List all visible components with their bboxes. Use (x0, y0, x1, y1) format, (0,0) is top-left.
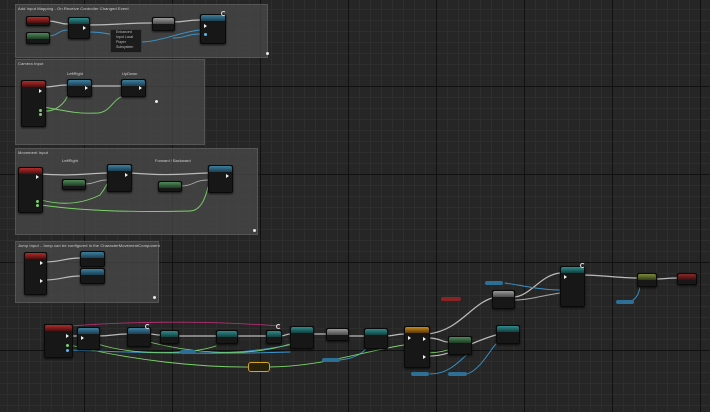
function-node[interactable] (677, 273, 697, 285)
get-player-controller-node[interactable] (68, 17, 90, 39)
event-node[interactable] (44, 324, 73, 358)
enhanced-input-action-jump-node[interactable] (24, 252, 47, 295)
get-forward-vector-node[interactable] (158, 181, 182, 192)
variable-get-node[interactable] (485, 281, 503, 285)
cast-node[interactable] (26, 32, 50, 44)
get-right-vector-node[interactable] (62, 179, 86, 190)
function-node[interactable] (448, 336, 472, 355)
add-movement-input-forward-node[interactable] (208, 165, 233, 193)
enhanced-input-action-look-node[interactable] (21, 80, 46, 127)
latent-icon (580, 263, 585, 268)
function-node[interactable] (290, 326, 314, 349)
function-node[interactable] (496, 325, 520, 344)
context-menu-item[interactable]: Subsystem (111, 45, 141, 50)
pin-label-left-right: LeftRight (67, 71, 84, 76)
function-node[interactable] (637, 273, 657, 287)
variable-get-node[interactable] (180, 350, 196, 354)
resize-handle[interactable] (266, 52, 269, 55)
event-receive-controller-changed-node[interactable] (26, 16, 50, 26)
variable-get-node[interactable] (441, 297, 461, 301)
graph-canvas[interactable]: Add Input Mapping - On Receive Controlle… (0, 0, 710, 412)
add-movement-input-right-node[interactable] (107, 164, 132, 192)
resize-handle[interactable] (153, 296, 156, 299)
variable-get-node[interactable] (448, 372, 467, 376)
context-menu[interactable]: Enhanced Input Local Player Subsystem (110, 29, 142, 53)
latent-icon (145, 324, 150, 329)
resize-handle[interactable] (253, 229, 256, 232)
wires-layer (40, 19, 678, 375)
function-node[interactable] (326, 328, 349, 341)
pin-label-left-right: LeftRight (62, 158, 79, 163)
function-node[interactable] (560, 266, 585, 307)
branch-node[interactable] (404, 326, 430, 368)
variable-get-node[interactable] (616, 300, 634, 304)
function-node[interactable] (127, 327, 151, 347)
get-subsystem-node[interactable] (152, 17, 175, 31)
variable-get-node[interactable] (322, 358, 340, 362)
variable-get-node[interactable] (411, 372, 429, 376)
stop-jumping-node[interactable] (80, 268, 105, 284)
pin-label-up-down: UpDown (122, 71, 138, 76)
jump-node[interactable] (80, 251, 105, 267)
latent-icon (276, 324, 281, 329)
function-node[interactable] (266, 330, 282, 344)
reroute-node[interactable] (248, 362, 270, 372)
latent-icon (221, 11, 226, 16)
function-node[interactable] (216, 330, 238, 344)
function-node[interactable] (364, 328, 388, 349)
resize-handle[interactable] (155, 100, 158, 103)
add-mapping-context-node[interactable] (200, 14, 226, 44)
add-controller-pitch-input-node[interactable] (121, 79, 146, 97)
add-controller-yaw-input-node[interactable] (67, 79, 92, 97)
enhanced-input-action-move-node[interactable] (18, 167, 43, 213)
pin-label-forward-backward: Forward / Backward (155, 158, 191, 163)
function-node[interactable] (160, 330, 179, 344)
function-node[interactable] (77, 327, 100, 350)
function-node[interactable] (492, 290, 515, 309)
